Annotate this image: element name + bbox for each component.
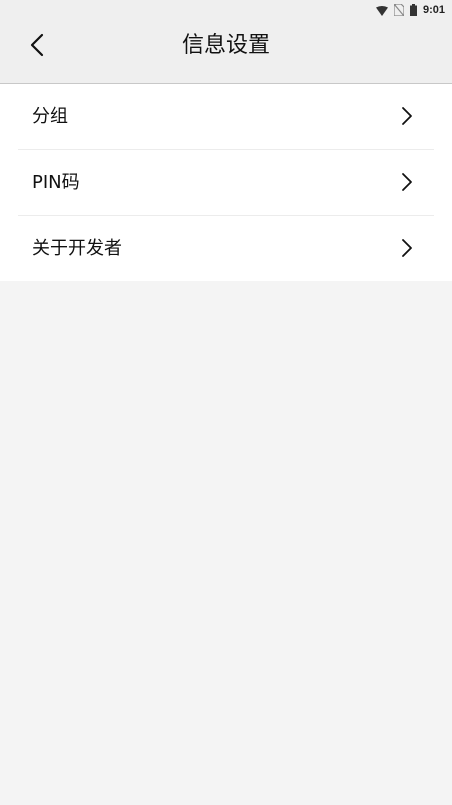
status-time: 9:01 [422,4,445,16]
app-bar: 信息设置 [0,20,452,84]
status-icons: 9:01 [375,1,445,20]
chevron-right-icon [400,172,414,192]
status-bar: 9:01 [0,0,452,20]
menu-item-group[interactable]: 分组 [18,84,434,149]
menu-item-about-developer[interactable]: 关于开发者 [18,215,434,281]
menu-item-label: PIN码 [32,172,80,193]
wifi-icon [375,1,388,20]
chevron-right-icon [400,238,414,258]
menu-item-label: 关于开发者 [32,238,122,259]
chevron-right-icon [400,106,414,126]
menu-item-pin[interactable]: PIN码 [18,149,434,215]
settings-menu-list: 分组 PIN码 关于开发者 [0,84,452,281]
menu-item-label: 分组 [32,106,68,127]
battery-icon [409,1,417,20]
no-sim-icon [393,1,405,20]
page-title: 信息设置 [181,33,270,58]
